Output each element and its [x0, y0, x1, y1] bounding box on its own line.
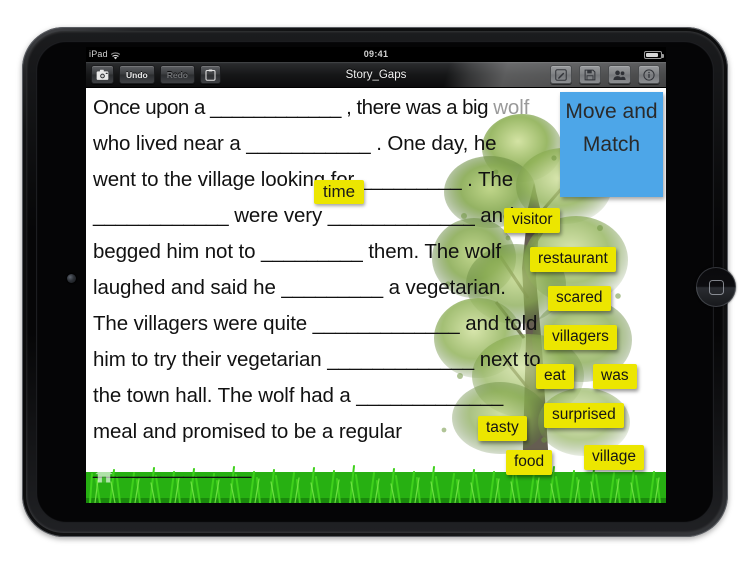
edit-button[interactable]	[550, 65, 572, 84]
navigation-bar: Undo Redo Story_Gaps	[86, 62, 666, 88]
word-tile-scared[interactable]: scared	[548, 286, 611, 311]
word-tile-food[interactable]: food	[506, 450, 553, 475]
story-line: begged him not to _________ them. The wo…	[93, 240, 501, 263]
home-icon[interactable]	[94, 465, 114, 485]
ipad-screen: iPad 09:41 Undo Redo Story_Gaps Once upo…	[86, 47, 666, 503]
word-tile-tasty[interactable]: tasty	[478, 416, 527, 441]
save-button[interactable]	[579, 65, 601, 84]
word-tile-surprised[interactable]: surprised	[544, 403, 624, 428]
redo-button-label: Redo	[166, 69, 188, 80]
clipboard-button[interactable]	[199, 65, 221, 84]
move-and-match-tile[interactable]: Move and Match	[560, 92, 663, 197]
contacts-button[interactable]	[608, 65, 631, 84]
home-button[interactable]	[696, 267, 736, 307]
undo-button-label: Undo	[126, 69, 148, 80]
status-bar: iPad 09:41	[86, 47, 666, 62]
story-line: who lived near a ___________ . One day, …	[93, 132, 497, 155]
story-line-trailing-blank: ______________	[93, 456, 252, 479]
status-bar-clock: 09:41	[363, 49, 389, 59]
story-line: Once upon a ____________ , there was a b…	[93, 96, 530, 119]
word-tile-villagers[interactable]: villagers	[544, 325, 617, 350]
worksheet-page: Once upon a ____________ , there was a b…	[86, 88, 666, 503]
info-button[interactable]	[638, 65, 660, 84]
undo-button[interactable]: Undo	[119, 65, 155, 84]
toolbar-left: Undo Redo	[91, 65, 221, 84]
story-line: The villagers were quite _____________ a…	[93, 312, 538, 335]
word-tile-restaurant[interactable]: restaurant	[530, 247, 616, 272]
filled-answer-tile-time[interactable]: time	[314, 180, 365, 204]
battery-icon	[644, 50, 664, 59]
word-tile-visitor[interactable]: visitor	[504, 208, 561, 233]
camera-button[interactable]	[91, 65, 114, 84]
story-line: the town hall. The wolf had a __________…	[93, 384, 504, 407]
front-camera	[67, 274, 76, 283]
toolbar-right	[550, 65, 660, 84]
word-tile-village[interactable]: village	[584, 445, 644, 470]
redo-button[interactable]: Redo	[159, 65, 195, 84]
story-line: laughed and said he _________ a vegetari…	[93, 276, 506, 299]
story-line: him to try their vegetarian ____________…	[93, 348, 541, 371]
word-tile-was[interactable]: was	[593, 364, 637, 389]
gray-word: wolf	[493, 96, 530, 119]
word-tile-eat[interactable]: eat	[536, 364, 574, 389]
home-button-square-icon	[708, 279, 724, 295]
